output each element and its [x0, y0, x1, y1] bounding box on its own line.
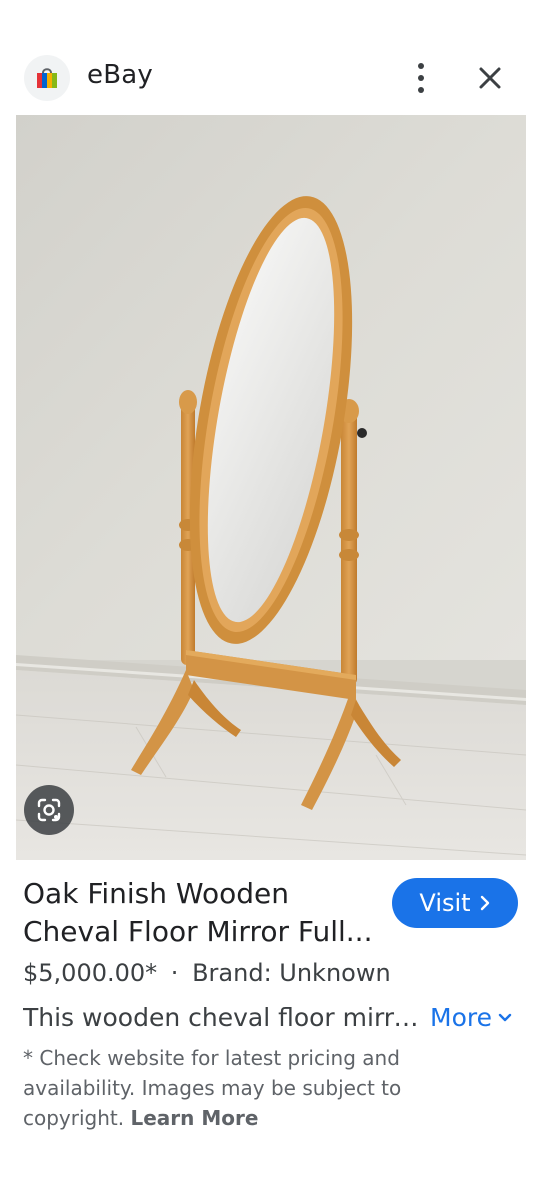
mirror-illustration: [16, 115, 526, 860]
product-description: This wooden cheval floor mirror is a: [23, 1003, 423, 1032]
shopping-bag-icon: [37, 68, 57, 88]
disclaimer: * Check website for latest pricing and a…: [23, 1043, 423, 1133]
product-title-line-2: Cheval Floor Mirror Full...: [23, 915, 373, 948]
brand: Brand: Unknown: [192, 959, 391, 987]
price-brand-line: $5,000.00* · Brand: Unknown: [23, 959, 391, 987]
more-label: More: [430, 1003, 492, 1032]
chevron-right-icon: [480, 895, 489, 911]
more-vert-icon[interactable]: [404, 58, 438, 98]
separator: ·: [170, 959, 179, 987]
site-name[interactable]: eBay: [87, 60, 153, 90]
visit-button-label: Visit: [419, 889, 471, 917]
more-button[interactable]: More: [430, 1003, 512, 1032]
site-favicon[interactable]: [24, 55, 70, 101]
product-image[interactable]: [16, 115, 526, 860]
visit-button[interactable]: Visit: [392, 878, 518, 928]
learn-more-link[interactable]: Learn More: [130, 1106, 258, 1130]
google-lens-button[interactable]: [24, 785, 74, 835]
product-title[interactable]: Oak Finish Wooden Cheval Floor Mirror Fu…: [23, 875, 383, 951]
chevron-down-icon: [498, 1013, 512, 1021]
close-icon[interactable]: [472, 60, 508, 96]
viewer-header: eBay: [0, 0, 540, 115]
price: $5,000.00*: [23, 959, 158, 987]
product-title-line-1: Oak Finish Wooden: [23, 877, 289, 910]
google-lens-icon: [37, 798, 61, 822]
